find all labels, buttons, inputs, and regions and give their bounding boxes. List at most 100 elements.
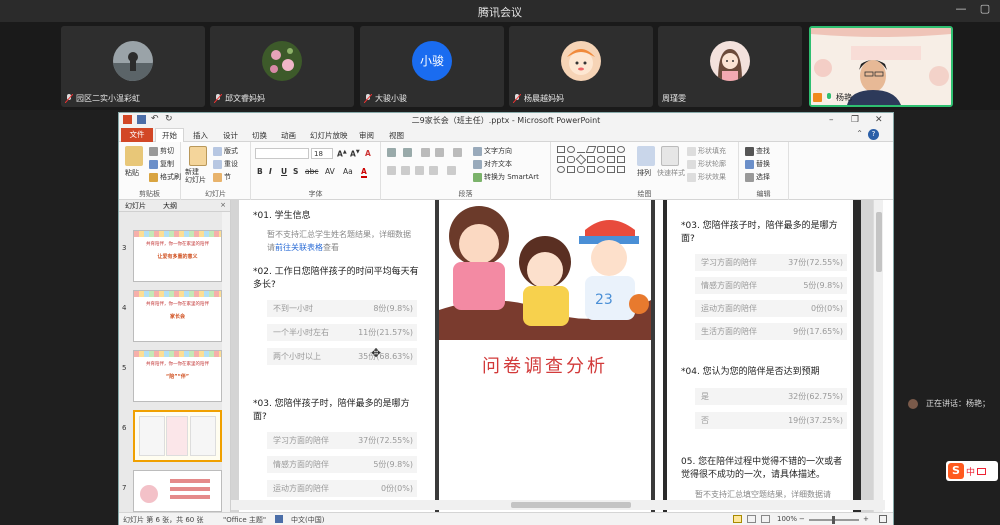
strikethrough-button[interactable]: abc — [305, 167, 318, 176]
replace-button[interactable]: 替换 — [745, 159, 770, 169]
justify-icon[interactable] — [429, 166, 438, 175]
increase-indent-icon[interactable] — [435, 148, 444, 157]
shadow-button[interactable]: S — [293, 167, 298, 176]
arrange-button[interactable]: 排列 — [637, 168, 651, 178]
sorter-view-icon[interactable] — [747, 515, 756, 523]
shape-outline-button[interactable]: 形状轮廓 — [687, 159, 726, 169]
format-painter-button[interactable]: 格式刷 — [149, 172, 181, 182]
underline-button[interactable]: U — [281, 167, 287, 176]
tab-view[interactable]: 视图 — [389, 130, 404, 141]
spellcheck-icon[interactable] — [275, 515, 283, 523]
new-slide-icon[interactable] — [189, 146, 207, 166]
layout-button[interactable]: 版式 — [213, 146, 238, 156]
cut-button[interactable]: 剪切 — [149, 146, 174, 156]
normal-view-icon[interactable] — [733, 515, 742, 523]
close-button[interactable]: ✕ — [875, 115, 883, 125]
slide-thumbnail[interactable]: 共育陪伴，你一你在家里的陪伴 让爱有多重的意义 — [133, 230, 222, 282]
zoom-in-icon[interactable]: + — [863, 515, 869, 523]
quick-styles-icon[interactable] — [661, 146, 679, 166]
shrink-font-icon[interactable]: A▼ — [350, 149, 360, 159]
participant-tile-active[interactable]: 杨艳 — [809, 26, 953, 107]
tab-home[interactable]: 开始 — [155, 128, 184, 143]
close-pane-icon[interactable]: × — [220, 201, 226, 209]
zoom-out-icon[interactable]: − — [799, 515, 805, 523]
shape-effects-button[interactable]: 形状效果 — [687, 172, 726, 182]
align-text-button[interactable]: 对齐文本 — [473, 159, 512, 169]
horizontal-scrollbar[interactable] — [231, 500, 885, 510]
find-button[interactable]: 查找 — [745, 146, 770, 156]
ime-toolbar[interactable]: S 中 — [946, 461, 998, 481]
shape-fill-button[interactable]: 形状填充 — [687, 146, 726, 156]
numbering-icon[interactable] — [403, 148, 412, 157]
slide-thumbnail[interactable]: 共育陪伴，你一你在家里的陪伴 家长会 — [133, 290, 222, 342]
italic-button[interactable]: I — [269, 167, 272, 176]
reset-button[interactable]: 重设 — [213, 159, 238, 169]
tab-slides[interactable]: 幻灯片 — [125, 201, 146, 211]
tab-outline[interactable]: 大纲 — [163, 201, 177, 211]
tab-transitions[interactable]: 切换 — [252, 130, 267, 141]
char-spacing-button[interactable]: AV — [325, 167, 335, 176]
cover-title: 问卷调查分析 — [482, 356, 608, 377]
vertical-scrollbar[interactable] — [873, 200, 883, 512]
minimize-button[interactable]: — — [952, 2, 970, 15]
copy-button[interactable]: 复制 — [149, 159, 174, 169]
tab-animations[interactable]: 动画 — [281, 130, 296, 141]
smartart-button[interactable]: 转换为 SmartArt — [473, 172, 539, 182]
paste-icon[interactable] — [125, 146, 143, 166]
restore-button[interactable]: ❐ — [851, 115, 859, 125]
decrease-indent-icon[interactable] — [421, 148, 430, 157]
group-paragraph: 文字方向 对齐文本 转换为 SmartArt 段落 — [381, 142, 551, 200]
bold-button[interactable]: B — [257, 167, 263, 176]
section-button[interactable]: 节 — [213, 172, 231, 182]
align-left-icon[interactable] — [387, 166, 396, 175]
tab-review[interactable]: 审阅 — [359, 130, 374, 141]
quick-styles-button[interactable]: 快速样式 — [657, 168, 685, 178]
maximize-button[interactable]: ▢ — [976, 2, 994, 15]
answer-option: 一个半小时左右 11份(21.57%) — [267, 324, 417, 341]
tab-insert[interactable]: 插入 — [193, 130, 208, 141]
columns-icon[interactable] — [447, 166, 456, 175]
font-size-select[interactable]: 18 — [311, 148, 333, 159]
linked-table-link[interactable]: 前往关联表格 — [275, 243, 323, 252]
participant-tile[interactable]: 杨晨越妈妈 — [509, 26, 653, 107]
avatar — [710, 41, 750, 81]
slide-thumbnail-selected[interactable] — [133, 410, 222, 462]
tab-file[interactable]: 文件 — [121, 128, 153, 142]
arrange-icon[interactable] — [637, 146, 655, 166]
participant-tile[interactable]: 小骏 大骏小骏 — [360, 26, 504, 107]
paste-button[interactable]: 粘贴 — [125, 168, 139, 178]
tab-design[interactable]: 设计 — [223, 130, 238, 141]
line-spacing-icon[interactable] — [453, 148, 462, 157]
align-right-icon[interactable] — [415, 166, 424, 175]
align-center-icon[interactable] — [401, 166, 410, 175]
collapse-ribbon-icon[interactable]: ⌃ — [856, 129, 863, 138]
text-direction-button[interactable]: 文字方向 — [473, 146, 512, 156]
zoom-level[interactable]: 100% — [777, 515, 797, 523]
font-color-icon[interactable]: A — [361, 167, 367, 178]
participant-tile[interactable]: 邱文睿妈妈 — [210, 26, 354, 107]
zoom-thumb[interactable] — [832, 516, 835, 524]
current-slide[interactable]: *01. 学生信息 暂不支持汇总学生姓名题结果，详细数据请前往关联表格查看 *0… — [239, 200, 861, 512]
keyboard-icon[interactable] — [977, 467, 987, 475]
fit-slide-icon[interactable] — [879, 515, 887, 523]
reading-view-icon[interactable] — [761, 515, 770, 523]
bullets-icon[interactable] — [387, 148, 396, 157]
clear-format-icon[interactable]: A — [365, 149, 371, 158]
minimize-button[interactable]: – — [829, 115, 834, 125]
grow-font-icon[interactable]: A▲ — [337, 149, 347, 159]
participant-tile[interactable]: 周瑾雯 — [658, 26, 802, 107]
tab-slideshow[interactable]: 幻灯片放映 — [310, 130, 348, 141]
shapes-gallery[interactable] — [557, 146, 631, 180]
change-case-button[interactable]: Aa — [343, 167, 353, 176]
thumb-subtitle: 让爱有多重的意义 — [157, 254, 198, 260]
help-icon[interactable]: ? — [868, 129, 879, 140]
pane-scrollbar[interactable] — [222, 212, 230, 512]
ime-mode[interactable]: 中 — [966, 465, 975, 478]
slide-thumbnail[interactable] — [133, 470, 222, 512]
slide-thumbnail[interactable]: 共育陪伴，你一你在家里的陪伴 “陪”“伴” — [133, 350, 222, 402]
font-name-select[interactable] — [255, 148, 309, 159]
mouse-cursor-icon: ✥ — [371, 346, 382, 360]
select-button[interactable]: 选择 — [745, 172, 770, 182]
new-slide-button[interactable]: 新建 幻灯片 — [185, 168, 206, 184]
participant-tile[interactable]: 园区二实小温彩虹 — [61, 26, 205, 107]
